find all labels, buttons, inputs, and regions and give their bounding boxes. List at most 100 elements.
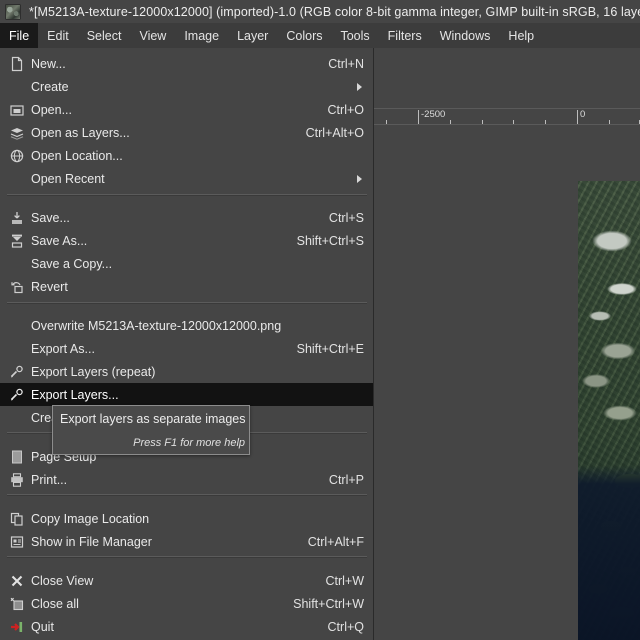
export-layers-icon (9, 364, 25, 380)
save-as-icon (9, 233, 25, 249)
menu-item-export-as[interactable]: Export As... Shift+Ctrl+E (0, 337, 373, 360)
menu-item-save[interactable]: Save... Ctrl+S (0, 206, 373, 229)
menu-item-label: Copy Image Location (31, 511, 150, 526)
menubar-item-layer[interactable]: Layer (228, 23, 277, 48)
menu-item-label: Create (31, 79, 69, 94)
ruler-ticks (374, 109, 640, 125)
menu-item-label: Close all (31, 596, 79, 611)
menu-item-label: Open as Layers... (31, 125, 130, 140)
menu-item-open-as-layers[interactable]: Open as Layers... Ctrl+Alt+O (0, 121, 373, 144)
menu-item-save-a-copy[interactable]: Save a Copy... (0, 252, 373, 275)
menu-item-accel: Ctrl+S (328, 210, 364, 225)
menu-item-export-layers[interactable]: Export Layers... (0, 383, 373, 406)
menu-item-show-in-file-manager[interactable]: Show in File Manager Ctrl+Alt+F (0, 530, 373, 553)
menubar-item-image[interactable]: Image (175, 23, 228, 48)
window-title: *[M5213A-texture-12000x12000] (imported)… (29, 4, 640, 19)
copy-icon (9, 511, 25, 527)
menu-separator (7, 302, 367, 304)
ruler-label: -2500 (421, 109, 446, 120)
aerial-terrain-image (578, 181, 640, 640)
menu-item-save-as[interactable]: Save As... Shift+Ctrl+S (0, 229, 373, 252)
menu-item-open-location[interactable]: Open Location... (0, 144, 373, 167)
menu-item-label: Save As... (31, 233, 88, 248)
menubar-item-view[interactable]: View (130, 23, 175, 48)
layers-icon (9, 125, 25, 141)
ruler-tick-major (577, 110, 578, 125)
menu-item-close-view[interactable]: Close View Ctrl+W (0, 569, 373, 592)
menu-item-label: Save... (31, 210, 70, 225)
menu-separator (7, 556, 367, 558)
menu-item-open[interactable]: Open... Ctrl+O (0, 98, 373, 121)
menu-item-accel: Ctrl+Alt+F (307, 534, 364, 549)
menubar-item-edit[interactable]: Edit (38, 23, 78, 48)
chevron-right-icon (357, 174, 362, 183)
menubar-item-help[interactable]: Help (499, 23, 543, 48)
file-menu-popup: New... Ctrl+N Create Open... Ctrl+O Open… (0, 48, 374, 640)
menu-separator (7, 194, 367, 196)
menu-item-close-all[interactable]: Close all Shift+Ctrl+W (0, 592, 373, 615)
menu-item-export-layers-repeat[interactable]: Export Layers (repeat) (0, 360, 373, 383)
new-file-icon (9, 56, 25, 72)
open-folder-icon (9, 102, 25, 118)
menu-item-label: Close View (31, 573, 94, 588)
canvas-pane[interactable]: -2500 0 (374, 48, 640, 640)
ruler-divider (374, 124, 640, 125)
menu-item-label: Export Layers... (31, 387, 119, 402)
menu-item-accel: Ctrl+N (328, 56, 364, 71)
menu-item-label: Quit (31, 619, 54, 634)
menubar-item-windows[interactable]: Windows (431, 23, 500, 48)
menubar-item-file[interactable]: File (0, 23, 39, 48)
tooltip-text: Export layers as separate images (60, 412, 246, 426)
menu-item-label: Print... (31, 472, 68, 487)
menu-item-overwrite[interactable]: Overwrite M5213A-texture-12000x12000.png (0, 314, 373, 337)
ruler-label: 0 (580, 109, 586, 120)
title-bar: *[M5213A-texture-12000x12000] (imported)… (0, 0, 640, 23)
menubar-item-select[interactable]: Select (78, 23, 131, 48)
menu-item-label: Export Layers (repeat) (31, 364, 156, 379)
menu-item-create[interactable]: Create (0, 75, 373, 98)
menu-item-accel: Shift+Ctrl+W (293, 596, 364, 611)
menubar-item-colors[interactable]: Colors (277, 23, 331, 48)
close-x-icon (9, 573, 25, 589)
menu-item-open-recent[interactable]: Open Recent (0, 167, 373, 190)
menu-item-revert[interactable]: Revert (0, 275, 373, 298)
ruler-tick-major (418, 110, 419, 125)
menu-item-label: Open Location... (31, 148, 123, 163)
save-icon (9, 210, 25, 226)
export-layers-icon (9, 387, 25, 403)
tooltip: Export layers as separate images Press F… (52, 405, 250, 455)
printer-icon (9, 472, 25, 488)
menu-item-quit[interactable]: Quit Ctrl+Q (0, 615, 373, 638)
menubar-item-tools[interactable]: Tools (331, 23, 378, 48)
horizontal-ruler[interactable]: -2500 0 (374, 108, 640, 125)
globe-icon (9, 148, 25, 164)
menu-item-accel: Ctrl+O (327, 102, 364, 117)
menu-item-print[interactable]: Print... Ctrl+P (0, 468, 373, 491)
menu-item-accel: Ctrl+P (328, 472, 364, 487)
page-setup-icon (9, 449, 25, 465)
image-canvas[interactable] (578, 181, 640, 640)
menu-item-accel: Shift+Ctrl+E (296, 341, 364, 356)
menu-item-label: Revert (31, 279, 68, 294)
menu-item-label: Overwrite M5213A-texture-12000x12000.png (31, 318, 282, 333)
chevron-right-icon (357, 82, 362, 91)
revert-icon (9, 279, 25, 295)
menu-item-accel: Ctrl+Alt+O (305, 125, 364, 140)
menu-item-accel: Shift+Ctrl+S (296, 233, 364, 248)
menu-item-label: Save a Copy... (31, 256, 113, 271)
menu-item-accel: Ctrl+Q (327, 619, 364, 634)
tooltip-help-hint: Press F1 for more help (133, 437, 245, 449)
menu-item-label: Open... (31, 102, 72, 117)
menu-item-label: New... (31, 56, 66, 71)
quit-icon (9, 619, 25, 635)
file-manager-icon (9, 534, 25, 550)
menu-separator (7, 494, 367, 496)
menu-item-copy-image-location[interactable]: Copy Image Location (0, 507, 373, 530)
menu-item-label: Open Recent (31, 171, 105, 186)
menu-item-new[interactable]: New... Ctrl+N (0, 52, 373, 75)
menu-item-label: Export As... (31, 341, 95, 356)
menu-item-accel: Ctrl+W (325, 573, 364, 588)
menu-item-label: Show in File Manager (31, 534, 152, 549)
image-thumbnail-icon (5, 3, 21, 20)
menubar-item-filters[interactable]: Filters (379, 23, 431, 48)
